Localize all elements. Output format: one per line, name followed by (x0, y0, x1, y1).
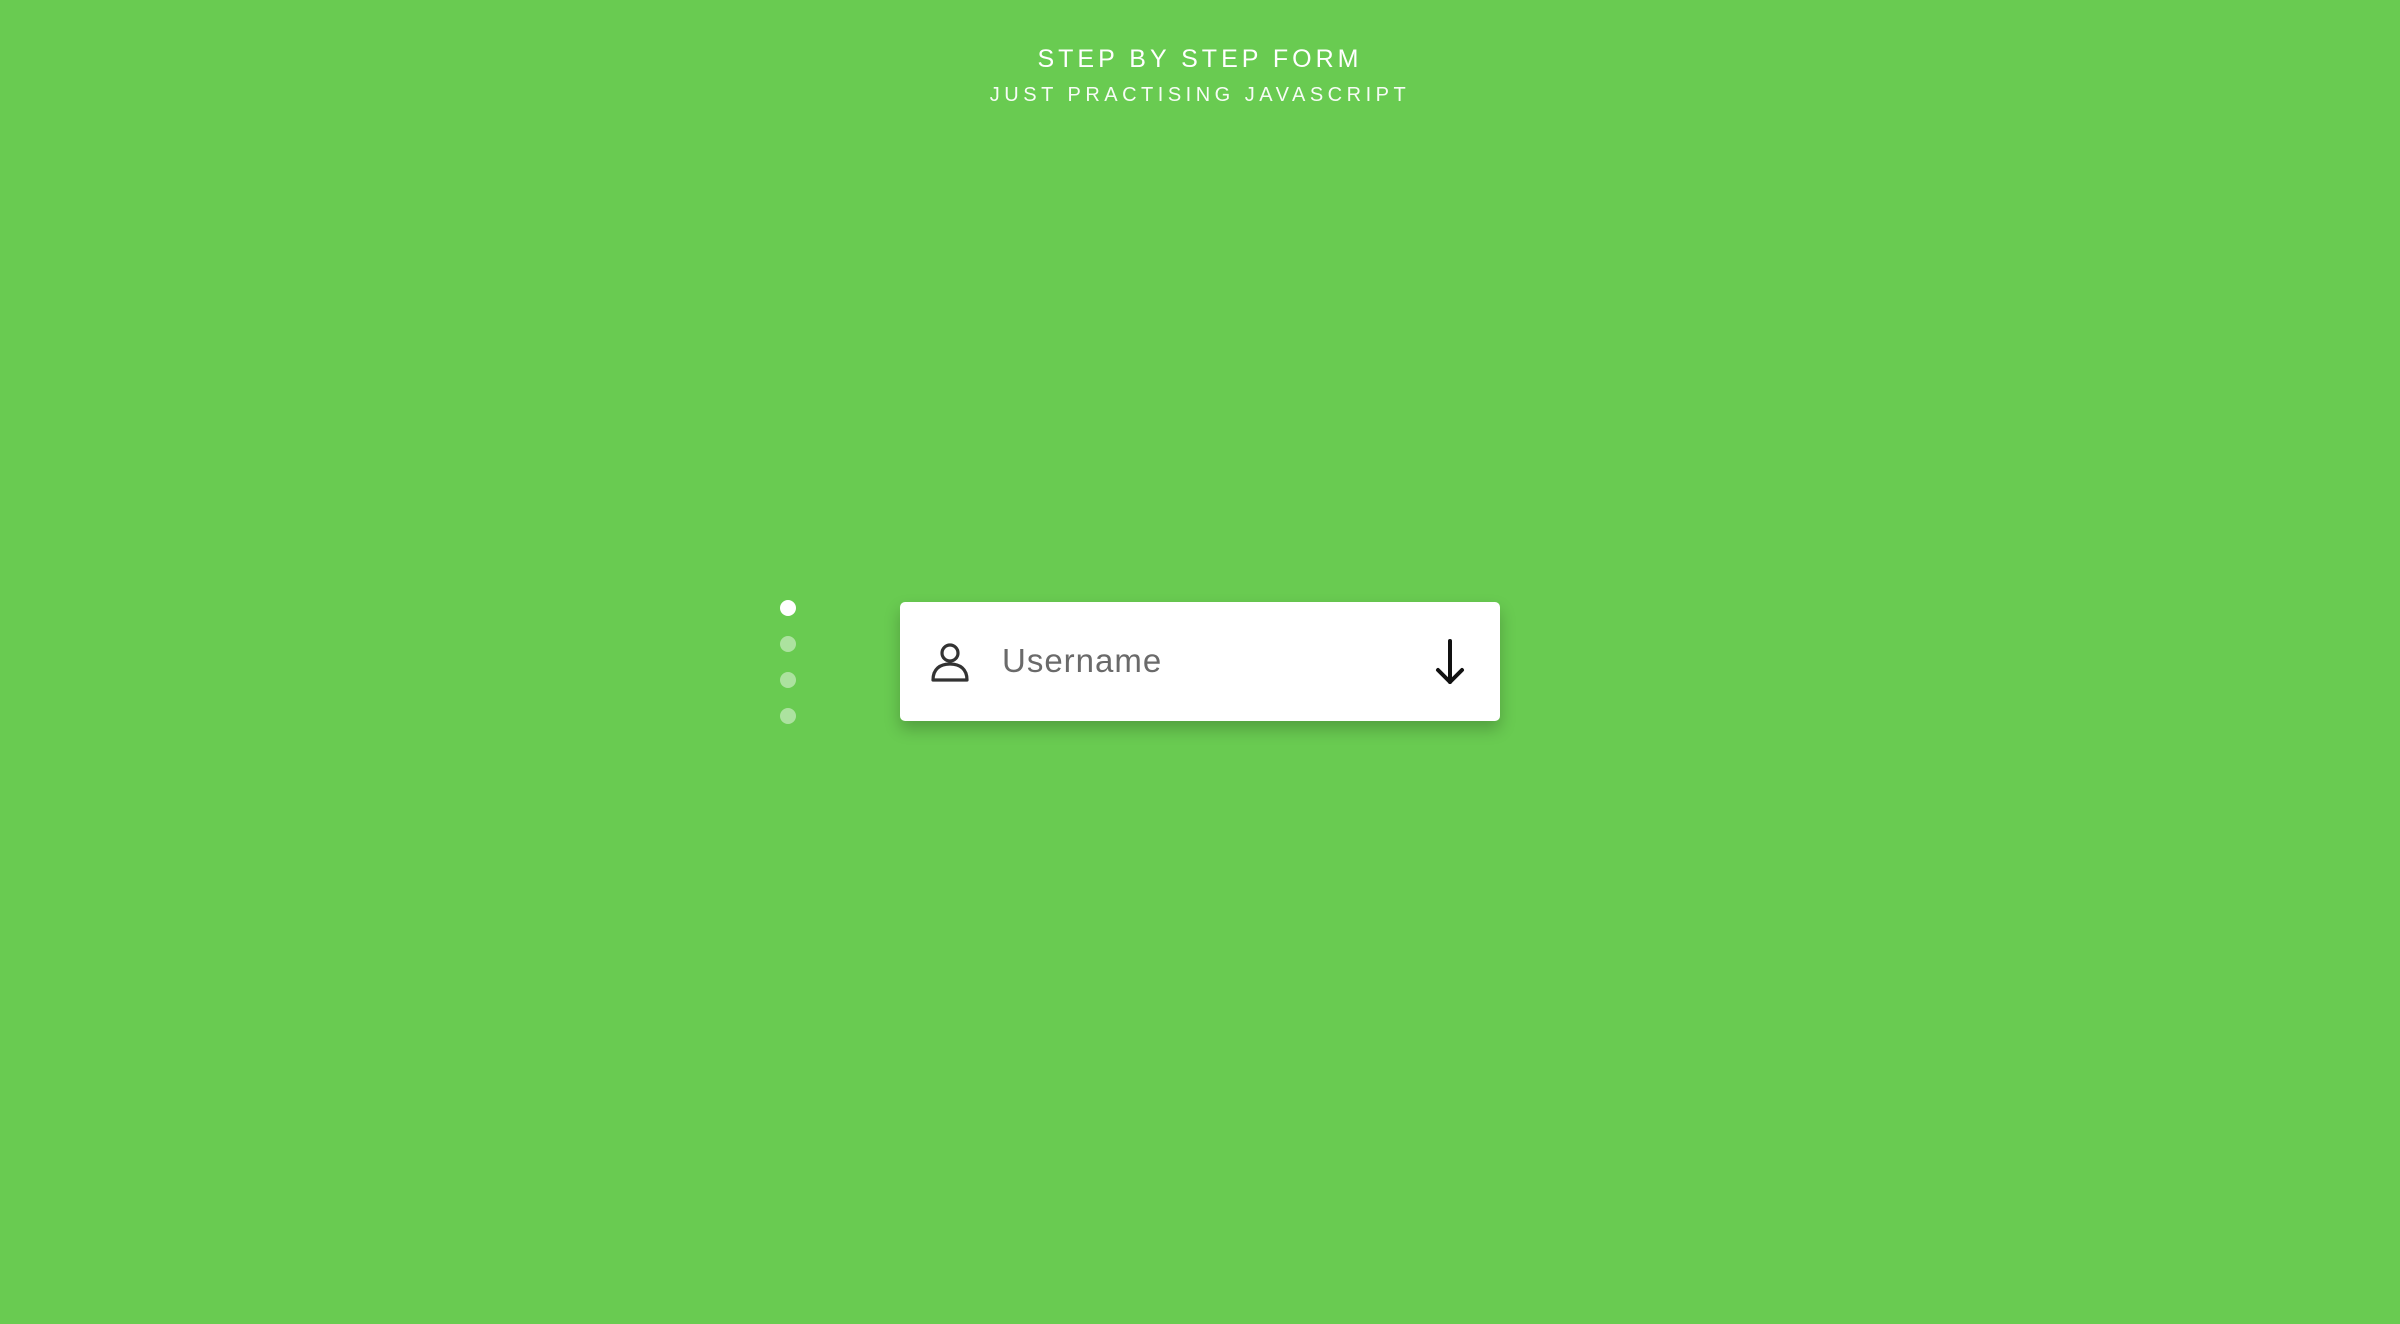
step-dot-1[interactable] (780, 600, 796, 616)
page-title: STEP BY STEP FORM (1037, 45, 1363, 73)
form-card (900, 602, 1500, 721)
page-background: STEP BY STEP FORM JUST PRACTISING JAVASC… (0, 0, 2400, 1324)
step-dot-2[interactable] (780, 636, 796, 652)
page-header: STEP BY STEP FORM JUST PRACTISING JAVASC… (0, 44, 2400, 107)
next-step-button[interactable] (1420, 632, 1480, 692)
page-subtitle: JUST PRACTISING JAVASCRIPT (989, 84, 1411, 106)
user-icon (929, 640, 971, 682)
step-dot-4[interactable] (780, 708, 796, 724)
username-input[interactable] (1002, 632, 1362, 690)
step-dot-3[interactable] (780, 672, 796, 688)
arrow-down-icon (1433, 638, 1467, 686)
step-indicator (780, 600, 796, 744)
